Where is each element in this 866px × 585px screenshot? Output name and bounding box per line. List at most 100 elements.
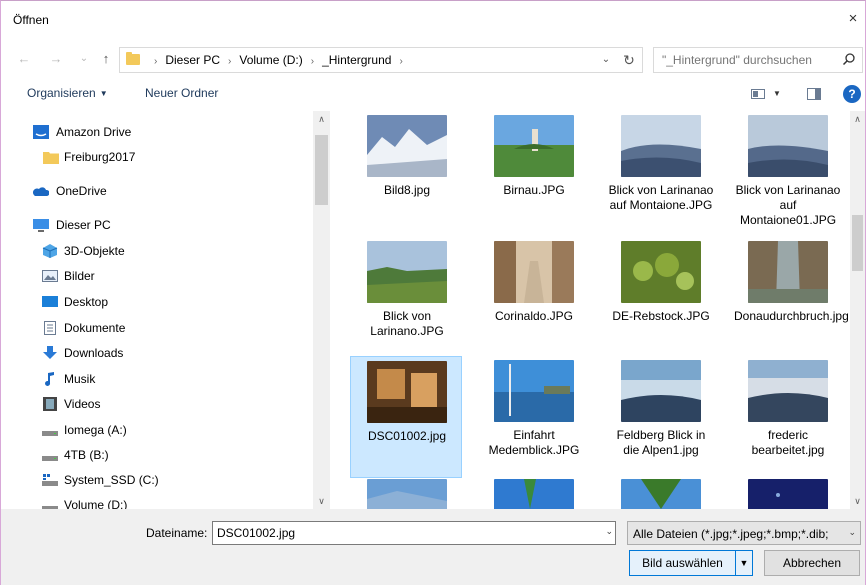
file-name: Feldberg Blick in die Alpen1.jpg <box>616 428 706 457</box>
sidebar-item-freiburg2017[interactable]: Freiburg2017 <box>1 146 313 168</box>
file-item[interactable]: Einfahrt Medemblick.JPG <box>478 356 590 478</box>
breadcrumb-hintergrund[interactable]: _Hintergrund <box>322 53 391 67</box>
open-options-dropdown[interactable]: ▼ <box>736 551 752 575</box>
scroll-thumb[interactable] <box>852 215 863 271</box>
sidebar-item-videos[interactable]: Videos <box>1 393 313 415</box>
system-drive-icon <box>42 474 58 486</box>
file-list-scrollbar[interactable]: ∧ ∨ <box>850 111 865 509</box>
recent-locations-button[interactable]: ⌄ <box>75 49 93 69</box>
sidebar-item-onedrive[interactable]: OneDrive <box>1 180 313 202</box>
close-button[interactable]: × <box>841 6 865 32</box>
music-icon <box>45 372 54 386</box>
file-item[interactable]: DE-Rebstock.JPG <box>605 237 717 359</box>
file-item[interactable]: Donaudurchbruch.jpg <box>732 237 849 359</box>
search-box <box>653 47 863 73</box>
forward-button[interactable]: → <box>47 49 65 69</box>
sidebar-item-label: Freiburg2017 <box>64 150 136 164</box>
onedrive-icon <box>33 187 49 196</box>
file-item[interactable]: Feldberg Blick in die Alpen1.jpg <box>605 356 717 478</box>
file-item[interactable]: Birnau.JPG <box>478 111 590 233</box>
sidebar-item-system-ssd[interactable]: System_SSD (C:) <box>1 469 313 491</box>
file-name: Blick von Larinanao auf Montaione.JPG <box>608 183 714 212</box>
sidebar-item-4tb[interactable]: 4TB (B:) <box>1 444 313 466</box>
file-name: Blick von Larinano.JPG <box>370 309 444 338</box>
file-type-filter[interactable]: Alle Dateien (*.jpg;*.jpeg;*.bmp;*.dib; … <box>627 521 861 545</box>
scroll-up-button[interactable]: ∧ <box>313 111 330 127</box>
sidebar-item-label: Amazon Drive <box>56 125 132 139</box>
breadcrumb-separator[interactable]: › <box>154 56 157 67</box>
organize-button[interactable]: Organisieren ▼ <box>27 86 108 100</box>
folder-icon <box>43 152 59 164</box>
file-item[interactable] <box>732 475 844 509</box>
scroll-down-button[interactable]: ∨ <box>850 493 865 509</box>
back-button[interactable]: ← <box>15 49 33 69</box>
breadcrumb-volume-d[interactable]: Volume (D:) <box>239 53 302 67</box>
breadcrumb-separator[interactable]: › <box>399 56 402 67</box>
sidebar-item-label: Downloads <box>64 346 124 360</box>
downloads-icon <box>43 346 57 359</box>
breadcrumb-dieser-pc[interactable]: Dieser PC <box>165 53 220 67</box>
preview-pane-icon[interactable] <box>807 88 821 100</box>
chevron-down-icon: ▼ <box>99 89 108 98</box>
file-item[interactable] <box>478 475 590 509</box>
sidebar-item-volume-d[interactable]: Volume (D:) <box>1 494 313 509</box>
search-input[interactable] <box>654 48 834 72</box>
amazon-drive-icon <box>33 125 49 139</box>
up-button[interactable]: ↑ <box>97 49 115 69</box>
address-dropdown-button[interactable]: ⌄ <box>598 48 614 72</box>
sidebar-item-desktop[interactable]: Desktop <box>1 291 313 313</box>
view-options-dropdown[interactable]: ▼ <box>773 89 781 98</box>
breadcrumb-separator[interactable]: › <box>311 56 314 67</box>
sidebar-item-bilder[interactable]: Bilder <box>1 265 313 287</box>
select-image-button[interactable]: Bild auswählen ▼ <box>629 550 753 576</box>
videos-icon <box>43 397 57 411</box>
scroll-up-button[interactable]: ∧ <box>850 111 865 127</box>
drive-icon <box>42 431 58 436</box>
file-list: Bild8.jpg Birnau.JPG Blick von Larinanao… <box>331 111 851 509</box>
help-icon[interactable]: ? <box>843 85 861 103</box>
file-item[interactable]: Blick von Larinanao auf Montaione.JPG <box>605 111 717 233</box>
select-image-label[interactable]: Bild auswählen <box>630 551 736 575</box>
image-thumbnail <box>494 479 574 509</box>
file-item[interactable]: frederic bearbeitet.jpg <box>732 356 844 478</box>
sidebar-item-dokumente[interactable]: Dokumente <box>1 317 313 339</box>
image-thumbnail <box>494 241 574 303</box>
file-name: Bild8.jpg <box>383 183 431 197</box>
file-item[interactable]: Corinaldo.JPG <box>478 237 590 359</box>
image-thumbnail <box>367 479 447 509</box>
sidebar-item-3d-objekte[interactable]: 3D-Objekte <box>1 240 313 262</box>
file-item-selected[interactable]: DSC01002.jpg <box>350 356 462 478</box>
computer-icon <box>33 219 49 232</box>
filename-input[interactable] <box>213 522 593 544</box>
file-item[interactable]: Blick von Larinanao auf Montaione01.JPG <box>732 111 844 233</box>
chevron-down-icon[interactable]: ⌄ <box>605 526 613 537</box>
scroll-thumb[interactable] <box>315 135 328 205</box>
file-name: Birnau.JPG <box>503 183 565 197</box>
image-thumbnail <box>621 241 701 303</box>
refresh-button[interactable]: ↻ <box>620 48 638 72</box>
image-thumbnail <box>748 241 828 303</box>
sidebar-item-amazon-drive[interactable]: Amazon Drive <box>1 121 313 143</box>
sidebar-item-label: Musik <box>64 372 96 386</box>
new-folder-button[interactable]: Neuer Ordner <box>145 86 218 100</box>
file-item[interactable] <box>605 475 717 509</box>
change-view-icon[interactable] <box>751 89 765 99</box>
sidebar-item-iomega[interactable]: Iomega (A:) <box>1 419 313 441</box>
image-thumbnail <box>748 360 828 422</box>
sidebar-item-musik[interactable]: Musik <box>1 368 313 390</box>
file-item[interactable]: Blick von Larinano.JPG <box>351 237 463 359</box>
sidebar-item-dieser-pc[interactable]: Dieser PC <box>1 214 313 236</box>
breadcrumb-separator[interactable]: › <box>228 56 231 67</box>
file-item[interactable] <box>351 475 463 509</box>
sidebar-item-label: Bilder <box>64 269 95 283</box>
file-item[interactable]: Bild8.jpg <box>351 111 463 233</box>
scroll-down-button[interactable]: ∨ <box>313 493 330 509</box>
file-name: Donaudurchbruch.jpg <box>734 309 849 323</box>
sidebar-item-downloads[interactable]: Downloads <box>1 342 313 364</box>
search-icon[interactable] <box>842 52 856 66</box>
image-thumbnail <box>494 360 574 422</box>
cancel-button[interactable]: Abbrechen <box>764 550 860 576</box>
drive-icon <box>42 506 58 509</box>
address-bar[interactable]: › Dieser PC › Volume (D:) › _Hintergrund › ⌄ ↻ <box>119 47 643 73</box>
navigation-scrollbar[interactable]: ∧ ∨ <box>313 111 330 509</box>
